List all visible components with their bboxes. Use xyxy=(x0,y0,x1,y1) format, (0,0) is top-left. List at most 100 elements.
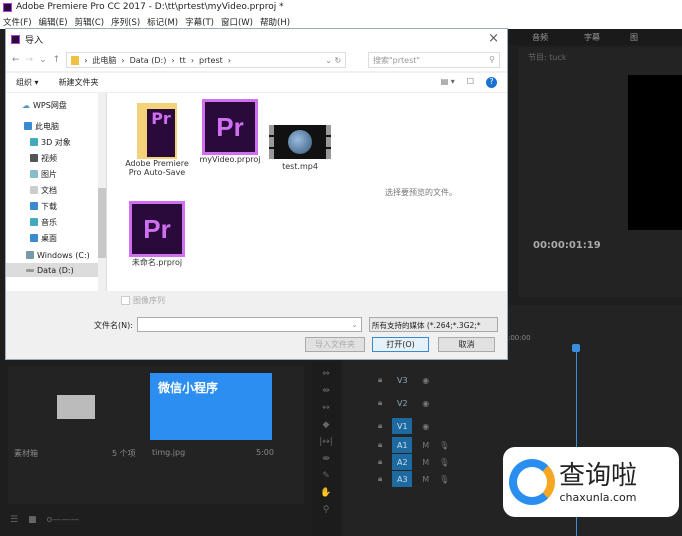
track-label[interactable]: A1 xyxy=(392,437,413,453)
file-name: test.mp4 xyxy=(282,162,318,171)
thumbnail-text: 微信小程序 xyxy=(158,381,219,395)
tab-audio[interactable]: 音频 xyxy=(532,32,548,43)
sidebar-scrollbar[interactable] xyxy=(98,93,106,291)
sidebar-item-data-d[interactable]: Data (D:) xyxy=(6,263,98,277)
dialog-title-bar: 导入 × xyxy=(6,29,507,49)
video-thumbnail-icon xyxy=(269,125,331,159)
sidebar-item-3d[interactable]: 3D 对象 xyxy=(30,135,71,149)
track-label[interactable]: A3 xyxy=(392,471,413,487)
help-icon[interactable]: ? xyxy=(486,77,497,88)
lock-icon[interactable]: 🔒︎ xyxy=(378,457,382,467)
sidebar-item-videos[interactable]: 视频 xyxy=(30,151,57,165)
watermark: 查询啦 chaxunla.com xyxy=(503,447,679,517)
menu-clip[interactable]: 剪辑(C) xyxy=(75,16,105,28)
lock-icon[interactable]: 🔒︎ xyxy=(378,398,382,408)
zoom-slider[interactable]: o——— xyxy=(47,515,80,525)
menu-sequence[interactable]: 序列(S) xyxy=(111,16,140,28)
track-label[interactable]: A2 xyxy=(392,454,413,470)
breadcrumb-this-pc[interactable]: 此电脑 xyxy=(92,55,116,66)
new-folder-button[interactable]: 新建文件夹 xyxy=(59,77,99,88)
file-item[interactable]: Pr myVideo.prproj xyxy=(195,99,265,164)
tab-titles[interactable]: 字幕 xyxy=(584,32,600,43)
preview-pane-icon[interactable]: ☐ xyxy=(467,77,474,88)
track-v1: 🔒︎ V1 ◉ xyxy=(378,418,429,434)
image-sequence-checkbox[interactable]: 图像序列 xyxy=(121,295,165,306)
menu-file[interactable]: 文件(F) xyxy=(3,16,32,28)
sidebar-item-downloads[interactable]: 下载 xyxy=(30,199,57,213)
sidebar-item-desktop[interactable]: 桌面 xyxy=(30,231,57,245)
mic-icon[interactable]: 🎙︎ xyxy=(439,441,449,450)
forward-icon[interactable]: → xyxy=(26,55,34,65)
up-icon[interactable]: ↑ xyxy=(53,55,61,65)
filename-input[interactable]: ⌄ xyxy=(137,317,362,332)
view-options-icon[interactable]: ▤ ▾ xyxy=(441,77,455,88)
sidebar-item-this-pc[interactable]: 此电脑 xyxy=(24,119,59,133)
sidebar-item-pictures[interactable]: 图片 xyxy=(30,167,57,181)
desktop-icon xyxy=(30,234,38,242)
open-button[interactable]: 打开(O) xyxy=(372,337,429,352)
premiere-icon xyxy=(11,34,20,44)
back-icon[interactable]: ← xyxy=(12,55,20,65)
cancel-button[interactable]: 取消 xyxy=(438,337,495,352)
eye-icon[interactable]: ◉ xyxy=(422,399,429,408)
hand-tool-icon[interactable]: ✋ xyxy=(316,485,336,502)
lock-icon[interactable]: 🔒︎ xyxy=(378,474,382,484)
download-icon xyxy=(30,202,38,210)
3d-icon xyxy=(30,138,38,146)
import-folder-button[interactable]: 导入文件夹 xyxy=(305,337,365,352)
file-item[interactable]: Pr Adobe Premiere Pro Auto-Save xyxy=(122,103,192,177)
breadcrumb-tt[interactable]: tt xyxy=(180,56,186,65)
breadcrumb-prtest[interactable]: prtest xyxy=(199,56,223,65)
sidebar-item-music[interactable]: 音乐 xyxy=(30,215,57,229)
file-type-select[interactable]: 所有支持的媒体 (*.264;*.3G2;* xyxy=(369,317,498,332)
track-select-tool-icon[interactable]: ⇔ xyxy=(316,366,336,383)
menu-marker[interactable]: 标记(M) xyxy=(147,16,178,28)
mute-icon[interactable]: M xyxy=(422,441,429,450)
slide-tool-icon[interactable]: ⇼ xyxy=(316,451,336,468)
pen-tool-icon[interactable]: ✎ xyxy=(316,468,336,485)
bin-folder-icon[interactable] xyxy=(57,395,95,419)
sidebar-item-windows-c[interactable]: Windows (C:) xyxy=(26,248,90,262)
clip-thumbnail[interactable]: 微信小程序 xyxy=(150,373,272,440)
mute-icon[interactable]: M xyxy=(422,458,429,467)
slip-tool-icon[interactable]: |↔| xyxy=(316,434,336,451)
track-label[interactable]: V2 xyxy=(392,395,412,411)
menu-title[interactable]: 字幕(T) xyxy=(185,16,214,28)
organize-menu[interactable]: 组织 ▾ xyxy=(16,77,39,88)
track-label[interactable]: V3 xyxy=(392,372,412,388)
refresh-icon[interactable]: ⌄ ↻ xyxy=(325,56,341,65)
close-button[interactable]: × xyxy=(488,31,499,46)
search-input[interactable]: 搜索"prtest" ⚲ xyxy=(368,52,500,68)
prproj-icon: Pr xyxy=(202,99,258,155)
bin-count: 5 个项 xyxy=(112,449,136,458)
eye-icon[interactable]: ◉ xyxy=(422,376,429,385)
menu-edit[interactable]: 编辑(E) xyxy=(39,16,68,28)
menu-window[interactable]: 窗口(W) xyxy=(221,16,253,28)
icon-view-icon[interactable]: ■ xyxy=(28,515,37,525)
dialog-toolbar: 组织 ▾ 新建文件夹 ▤ ▾ ☐ ? xyxy=(6,73,507,93)
sidebar-item-wps[interactable]: ☁ WPS网盘 xyxy=(22,98,67,112)
lock-icon[interactable]: 🔒︎ xyxy=(378,440,382,450)
lock-icon[interactable]: 🔒︎ xyxy=(378,375,382,385)
nav-sidebar: ☁ WPS网盘 此电脑 3D 对象 视频 图片 文档 下载 音乐 桌面 Windo… xyxy=(6,93,106,291)
list-view-icon[interactable]: ☰ xyxy=(10,515,18,525)
sidebar-item-documents[interactable]: 文档 xyxy=(30,183,57,197)
tab-graphics[interactable]: 图 xyxy=(630,32,638,43)
eye-icon[interactable]: ◉ xyxy=(422,422,429,431)
mic-icon[interactable]: 🎙︎ xyxy=(439,458,449,467)
breadcrumb-data-d[interactable]: Data (D:) xyxy=(130,56,167,65)
file-item[interactable]: test.mp4 xyxy=(265,125,335,171)
track-label[interactable]: V1 xyxy=(392,418,413,434)
mic-icon[interactable]: 🎙︎ xyxy=(439,475,449,484)
menu-help[interactable]: 帮助(H) xyxy=(260,16,290,28)
rate-stretch-tool-icon[interactable]: ↔ xyxy=(316,400,336,417)
address-bar[interactable]: › 此电脑 › Data (D:) › tt › prtest › ⌄ ↻ xyxy=(66,52,347,68)
razor-tool-icon[interactable]: ◆ xyxy=(316,417,336,434)
zoom-tool-icon[interactable]: ⚲ xyxy=(316,502,336,519)
ripple-edit-tool-icon[interactable]: ⇹ xyxy=(316,383,336,400)
file-name: 未命名.prproj xyxy=(131,258,183,267)
file-item[interactable]: Pr 未命名.prproj xyxy=(122,201,192,268)
mute-icon[interactable]: M xyxy=(422,475,429,484)
recent-chevron-icon[interactable]: ⌄ xyxy=(39,55,47,65)
lock-icon[interactable]: 🔒︎ xyxy=(378,421,382,431)
